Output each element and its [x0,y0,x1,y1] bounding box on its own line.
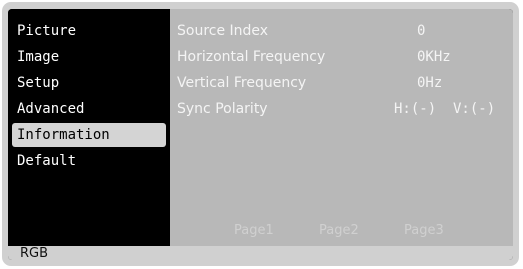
page3-tab[interactable]: Page3 [404,219,444,243]
menu-item-default[interactable]: Default [12,149,166,173]
info-label: Sync Polarity [177,101,268,117]
osd-menu-body: Picture Image Setup Advanced Information… [8,9,513,260]
info-value: 0 [417,23,426,39]
menu-item-setup[interactable]: Setup [12,71,166,95]
info-label: Horizontal Frequency [177,49,326,65]
page1-tab[interactable]: Page1 [234,219,274,243]
page2-tab[interactable]: Page2 [319,219,359,243]
info-value: 0KHz [417,49,451,65]
info-row-horizontal-frequency: Horizontal Frequency 0KHz [170,45,513,69]
info-value: 0Hz [417,75,443,91]
menu-item-picture[interactable]: Picture [12,19,166,43]
main-menu: Picture Image Setup Advanced Information… [8,9,170,246]
info-label: Vertical Frequency [177,75,307,91]
info-row-sync-polarity: Sync Polarity H:(-) V:(-) [170,97,513,121]
information-panel: Source Index 0 Horizontal Frequency 0KHz… [170,9,513,246]
input-source-label: RGB [20,246,49,260]
menu-item-information[interactable]: Information [12,123,166,147]
info-label: Source Index [177,23,269,39]
status-bar: RGB [8,246,513,260]
osd-menu-frame: Picture Image Setup Advanced Information… [2,2,519,266]
menu-item-advanced[interactable]: Advanced [12,97,166,121]
info-row-vertical-frequency: Vertical Frequency 0Hz [170,71,513,95]
info-value: H:(-) V:(-) [394,101,496,117]
menu-item-image[interactable]: Image [12,45,166,69]
info-row-source-index: Source Index 0 [170,19,513,43]
